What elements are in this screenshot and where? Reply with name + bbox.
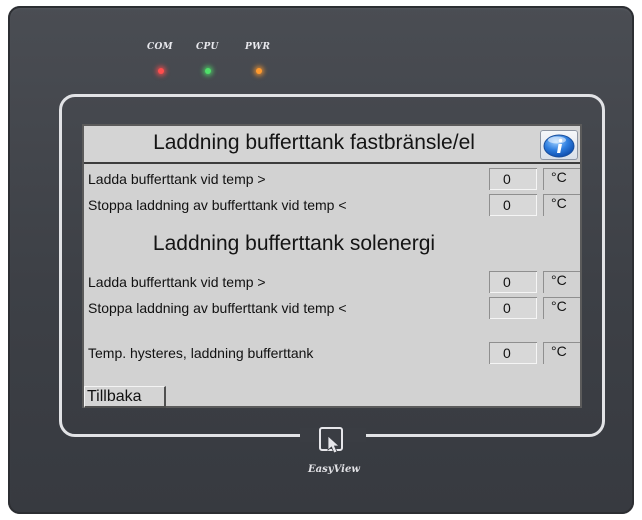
hmi-screen: Laddning bufferttank fastbränsle/el Ladd… — [82, 124, 582, 408]
unit-label: °C — [543, 194, 580, 216]
page-title: Laddning bufferttank fastbränsle/el — [153, 131, 475, 154]
back-button[interactable]: Tillbaka — [84, 386, 166, 408]
brand-name: EasyView — [308, 464, 360, 475]
led-label-pwr: PWR — [245, 42, 271, 52]
info-button[interactable] — [540, 130, 578, 160]
cpu-led-icon — [205, 68, 211, 74]
pwr-led-icon — [256, 68, 262, 74]
hysteresis-input[interactable]: 0 — [489, 342, 537, 364]
led-label-com: COM — [147, 42, 173, 52]
hysteresis-label: Temp. hysteres, laddning bufferttank — [88, 345, 314, 361]
info-icon — [543, 134, 575, 158]
unit-label: °C — [543, 297, 580, 319]
charge-start-input-fuel[interactable]: 0 — [489, 168, 537, 190]
charge-stop-input-fuel[interactable]: 0 — [489, 194, 537, 216]
easyview-logo-icon — [319, 427, 343, 454]
charge-stop-label-fuel: Stoppa laddning av bufferttank vid temp … — [88, 197, 347, 213]
charge-start-input-solar[interactable]: 0 — [489, 271, 537, 293]
unit-label: °C — [543, 342, 580, 364]
unit-label: °C — [543, 271, 580, 293]
charge-stop-label-solar: Stoppa laddning av bufferttank vid temp … — [88, 300, 347, 316]
charge-start-label-fuel: Ladda bufferttank vid temp > — [88, 171, 266, 187]
title-bar: Laddning bufferttank fastbränsle/el — [84, 126, 580, 164]
charge-stop-input-solar[interactable]: 0 — [489, 297, 537, 319]
charge-start-label-solar: Ladda bufferttank vid temp > — [88, 274, 266, 290]
led-label-cpu: CPU — [196, 42, 219, 52]
unit-label: °C — [543, 168, 580, 190]
com-led-icon — [158, 68, 164, 74]
section-title-solar: Laddning bufferttank solenergi — [152, 232, 436, 255]
